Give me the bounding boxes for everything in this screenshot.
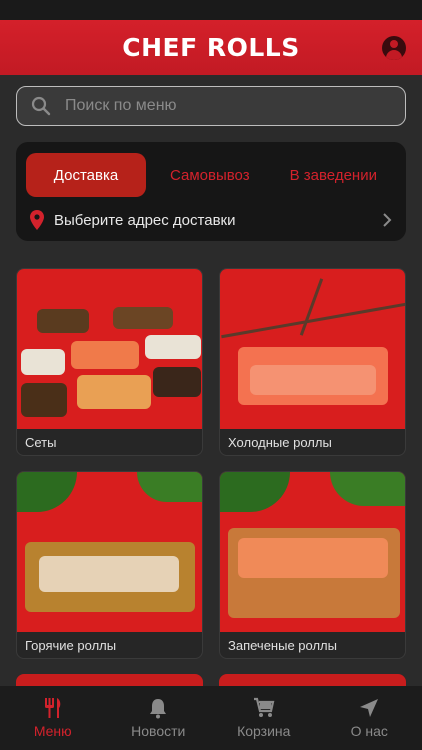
app-header: CHEF ROLLS bbox=[0, 20, 422, 75]
search-bar[interactable] bbox=[16, 86, 406, 126]
category-image bbox=[17, 472, 202, 632]
search-input[interactable] bbox=[65, 97, 365, 115]
category-label: Холодные роллы bbox=[228, 435, 332, 450]
tab-about[interactable]: О нас bbox=[317, 686, 422, 750]
tab-cart[interactable]: Корзина bbox=[211, 686, 317, 750]
tab-pickup[interactable]: Самовывоз bbox=[170, 167, 250, 184]
bottom-tab-bar: Меню Новости Корзина О нас bbox=[0, 686, 422, 750]
category-image bbox=[17, 269, 202, 429]
address-label: Выберите адрес доставки bbox=[54, 211, 236, 229]
cart-icon bbox=[253, 697, 275, 717]
search-icon bbox=[31, 96, 51, 116]
category-image bbox=[220, 472, 405, 632]
status-bar bbox=[0, 0, 422, 22]
category-card-baked-rolls[interactable]: Запеченые роллы bbox=[219, 471, 406, 659]
category-card-hot-rolls[interactable]: Горячие роллы bbox=[16, 471, 203, 659]
navigation-arrow-icon bbox=[360, 699, 379, 717]
location-pin-icon bbox=[30, 210, 44, 230]
category-label: Горячие роллы bbox=[25, 638, 117, 653]
category-image bbox=[220, 269, 405, 429]
tab-cart-label: Корзина bbox=[237, 723, 291, 739]
category-card-cold-rolls[interactable]: Холодные роллы bbox=[219, 268, 406, 456]
delivery-panel: Доставка Самовывоз В заведении Выберите … bbox=[16, 142, 406, 241]
profile-icon[interactable] bbox=[382, 36, 406, 60]
tab-about-label: О нас bbox=[350, 723, 388, 739]
fork-knife-icon bbox=[44, 698, 61, 718]
chevron-right-icon bbox=[383, 213, 392, 227]
category-card-sets[interactable]: Сеты bbox=[16, 268, 203, 456]
tab-news-label: Новости bbox=[131, 723, 186, 739]
tab-menu-label: Меню bbox=[33, 723, 72, 739]
category-label: Сеты bbox=[25, 435, 57, 450]
app-logo: CHEF ROLLS bbox=[122, 33, 300, 62]
address-selector[interactable]: Выберите адрес доставки bbox=[16, 202, 406, 238]
delivery-mode-tabs: Доставка Самовывоз В заведении bbox=[16, 142, 406, 198]
tab-dine-in[interactable]: В заведении bbox=[290, 167, 377, 184]
category-label: Запеченые роллы bbox=[228, 638, 337, 653]
tab-news[interactable]: Новости bbox=[106, 686, 212, 750]
tab-menu[interactable]: Меню bbox=[0, 686, 106, 750]
bell-icon bbox=[150, 699, 167, 719]
tab-delivery[interactable]: Доставка bbox=[26, 153, 146, 197]
